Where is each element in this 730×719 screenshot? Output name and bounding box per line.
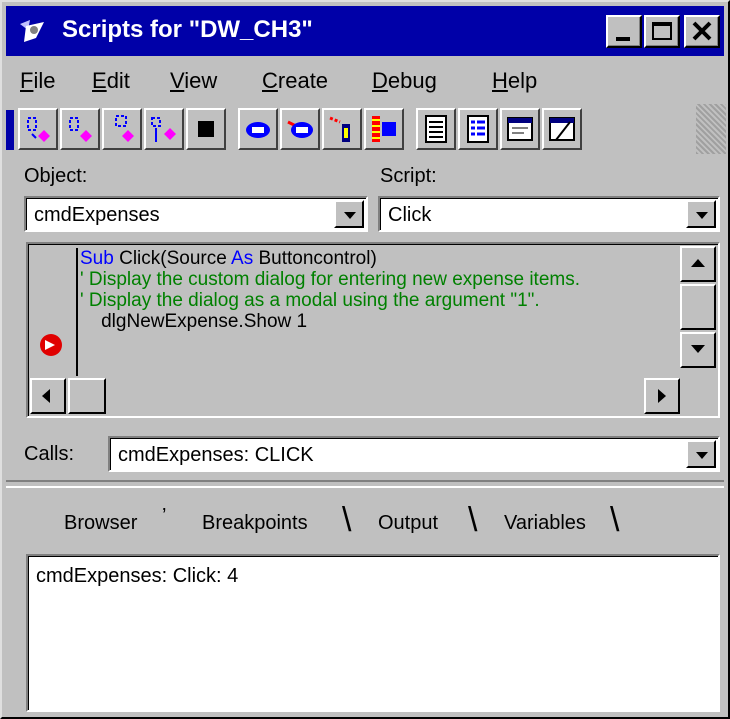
code-line-4: dlgNewExpense.Show 1 (80, 311, 308, 332)
clear-breakpoints-icon (372, 116, 396, 142)
step-out-icon (115, 115, 134, 142)
step-into-icon (27, 117, 50, 142)
script-select[interactable]: Click (378, 196, 720, 232)
step-over-button[interactable] (60, 108, 100, 150)
close-icon (692, 21, 712, 41)
tab-variables[interactable]: Variables (504, 510, 586, 536)
toolbar (6, 104, 726, 154)
horizontal-scrollbar[interactable] (30, 378, 680, 414)
calls-window-button[interactable] (416, 108, 456, 150)
browse-scripts-button[interactable] (280, 108, 320, 150)
stop-icon (198, 121, 214, 137)
app-icon (16, 16, 48, 46)
code-editor[interactable]: Sub Click(Source As Buttoncontrol) ' Dis… (26, 242, 720, 418)
horizontal-scroll-thumb[interactable] (68, 378, 106, 414)
menu-file[interactable]: File (20, 68, 55, 94)
object-value: cmdExpenses (34, 204, 160, 226)
tab-separator: ’ (162, 505, 167, 527)
title-bar[interactable]: Scripts for "DW_CH3" (6, 6, 724, 56)
menu-debug[interactable]: Debug (372, 68, 437, 94)
toolbar-handle[interactable] (6, 110, 14, 150)
step-out-button[interactable] (102, 108, 142, 150)
script-dropdown-button[interactable] (686, 200, 716, 228)
pane-splitter[interactable] (6, 480, 724, 488)
toggle-breakpoint-icon (329, 116, 350, 142)
vertical-scrollbar[interactable] (680, 246, 716, 376)
code-line-3: ' Display the dialog as a modal using th… (80, 290, 540, 311)
browser-window-icon (549, 117, 575, 141)
object-select[interactable]: cmdExpenses (24, 196, 368, 232)
output-line: cmdExpenses: Click: 4 (36, 565, 239, 587)
maximize-icon (652, 22, 672, 40)
browser-window-button[interactable] (542, 108, 582, 150)
variables-window-icon (467, 115, 489, 143)
menu-edit[interactable]: Edit (92, 68, 130, 94)
code-line-2: ' Display the custom dialog for entering… (80, 269, 580, 290)
minimize-button[interactable] (606, 15, 642, 48)
close-button[interactable] (684, 15, 720, 48)
scroll-down-button[interactable] (680, 332, 716, 368)
vertical-scroll-thumb[interactable] (680, 284, 716, 330)
browse-scripts-icon (287, 120, 313, 138)
calls-value: cmdExpenses: CLICK (118, 444, 314, 466)
breakpoint-arrow-icon (40, 334, 62, 356)
step-over-icon (69, 117, 92, 142)
calls-dropdown-button[interactable] (686, 440, 716, 468)
breakpoint-gutter[interactable] (32, 248, 78, 376)
calls-select[interactable]: cmdExpenses: CLICK (108, 436, 720, 472)
object-label: Object: (24, 165, 88, 187)
maximize-button[interactable] (644, 15, 680, 48)
output-window-button[interactable] (500, 108, 540, 150)
clear-breakpoints-button[interactable] (364, 108, 404, 150)
window-title: Scripts for "DW_CH3" (62, 16, 313, 43)
script-value: Click (388, 204, 432, 226)
run-to-button[interactable] (144, 108, 184, 150)
output-window-icon (507, 117, 533, 141)
menu-create[interactable]: Create (262, 68, 328, 94)
tab-breakpoints[interactable]: Breakpoints (202, 510, 308, 536)
stop-button[interactable] (186, 108, 226, 150)
scroll-up-button[interactable] (680, 246, 716, 282)
menu-help[interactable]: Help (492, 68, 537, 94)
variables-window-button[interactable] (458, 108, 498, 150)
scroll-right-button[interactable] (644, 378, 680, 414)
code-text[interactable]: Sub Click(Source As Buttoncontrol) ' Dis… (80, 248, 678, 376)
toggle-breakpoint-button[interactable] (322, 108, 362, 150)
calls-label: Calls: (24, 443, 75, 465)
tab-browser[interactable]: Browser (64, 510, 137, 536)
output-pane[interactable]: cmdExpenses: Click: 4 (26, 554, 720, 712)
scripts-window: Scripts for "DW_CH3" File Edit View Crea… (0, 0, 730, 719)
calls-window-icon (425, 115, 447, 143)
tab-separator: \ (342, 501, 352, 539)
minimize-icon (616, 37, 630, 41)
code-line-1: Sub Click(Source As Buttoncontrol) (80, 248, 377, 269)
script-label: Script: (380, 165, 437, 187)
tab-separator: \ (468, 501, 478, 539)
browse-objects-button[interactable] (238, 108, 278, 150)
tab-output[interactable]: Output (378, 510, 438, 536)
object-dropdown-button[interactable] (334, 200, 364, 228)
run-to-icon (151, 117, 176, 142)
toolbar-grip (696, 104, 726, 154)
browse-objects-icon (246, 122, 270, 138)
menu-bar: File Edit View Create Debug Help (6, 62, 724, 102)
tab-separator: \ (610, 501, 620, 539)
step-into-button[interactable] (18, 108, 58, 150)
menu-view[interactable]: View (170, 68, 217, 94)
scroll-left-button[interactable] (30, 378, 66, 414)
